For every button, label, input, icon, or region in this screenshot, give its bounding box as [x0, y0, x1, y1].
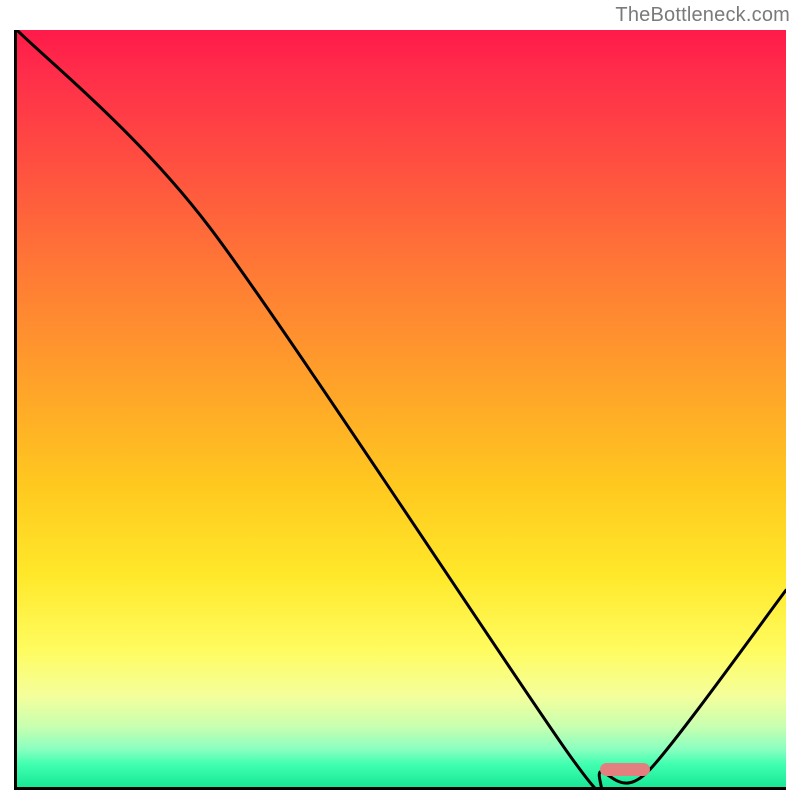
bottleneck-curve-path — [17, 30, 786, 787]
optimal-marker-pill — [600, 763, 650, 776]
watermark-text: TheBottleneck.com — [615, 4, 790, 27]
chart-plot-area — [14, 30, 786, 790]
bottleneck-curve-svg — [17, 30, 786, 787]
